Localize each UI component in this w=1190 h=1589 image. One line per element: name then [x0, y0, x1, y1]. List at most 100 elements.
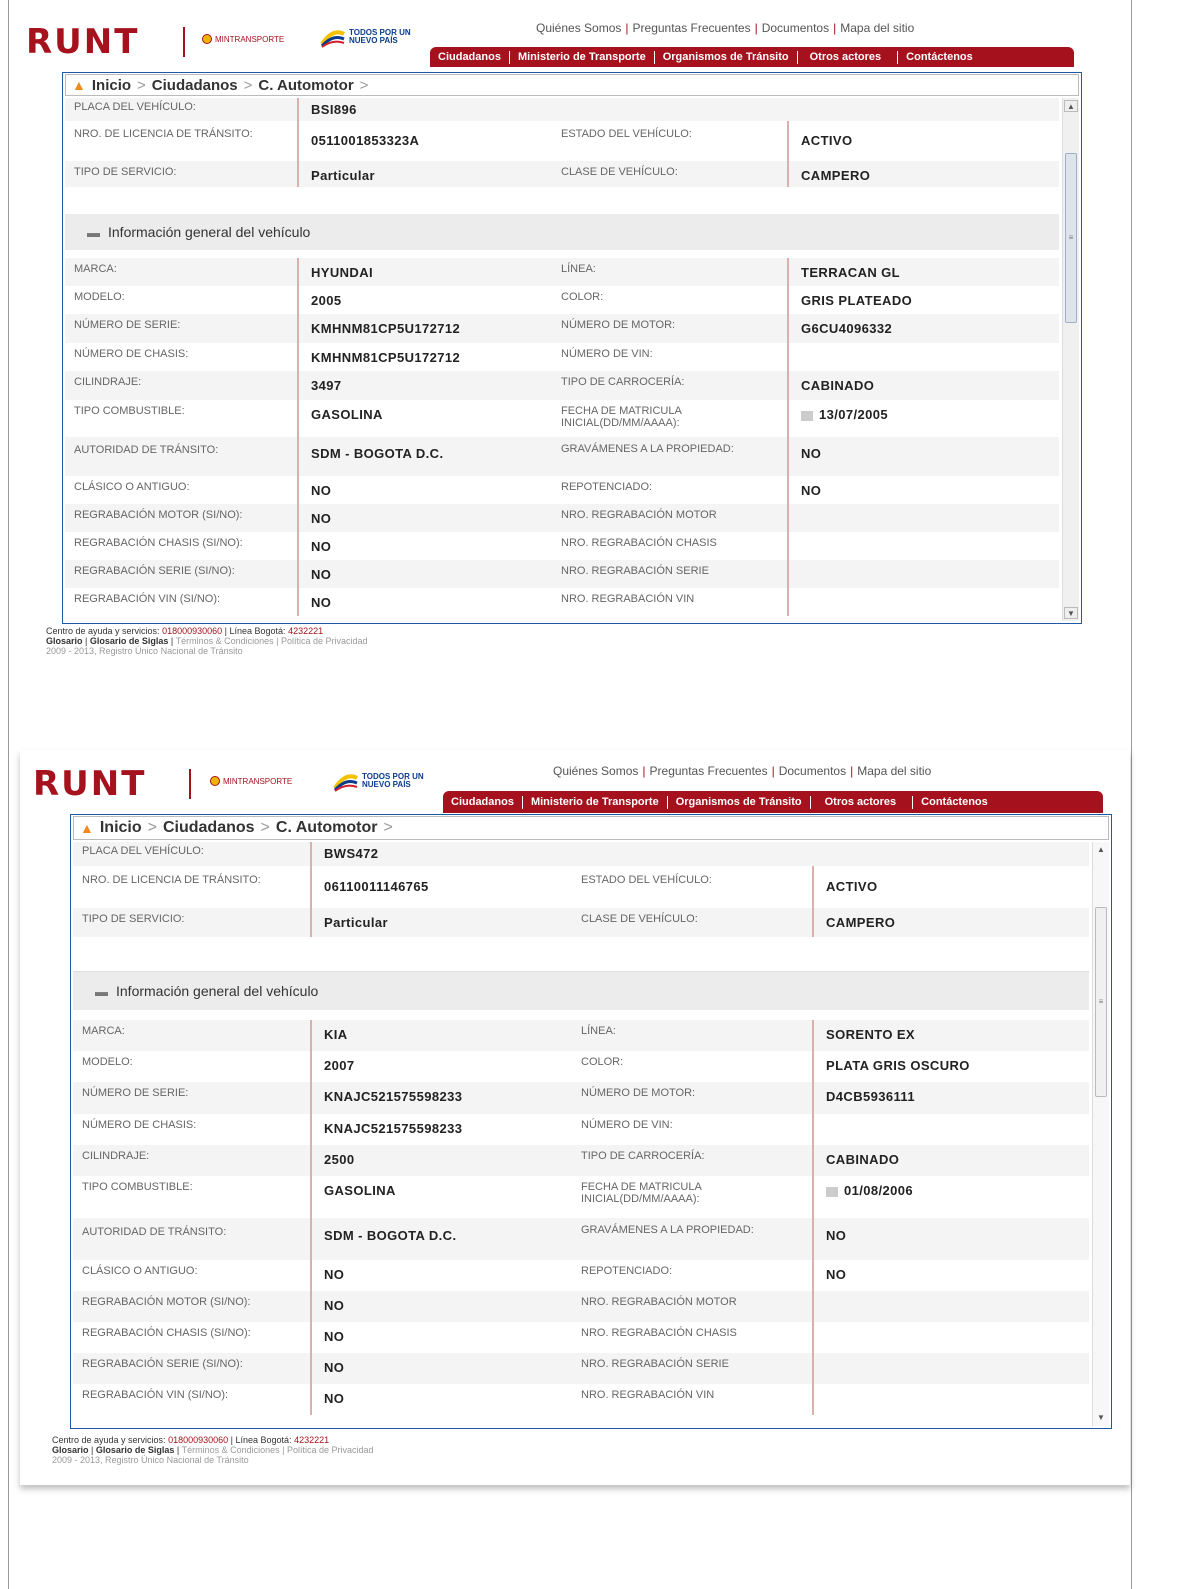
main-nav: Ciudadanos Ministerio de Transporte Orga… [430, 47, 1074, 67]
scroll-thumb[interactable]: ≡ [1095, 907, 1107, 1097]
row-reg-chasis: REGRABACIÓN CHASIS (SI/NO): NO NRO. REGR… [65, 532, 1059, 560]
nuevo-pais-logo[interactable]: TODOS POR UN NUEVO PAÍS [320, 26, 411, 48]
row-licencia: NRO. DE LICENCIA DE TRÁNSITO: 0511001853… [65, 121, 1059, 161]
value-serie: KMHNM81CP5U172712 [297, 314, 552, 343]
value-motor: D4CB5936111 [812, 1082, 1089, 1114]
nav-ciudadanos[interactable]: Ciudadanos [443, 796, 522, 809]
mintransporte-seal-icon [210, 776, 220, 786]
label-nro-reg-serie: NRO. REGRABACIÓN SERIE [561, 565, 709, 577]
scroll-down-icon[interactable]: ▼ [1094, 1412, 1108, 1424]
row-cilindraje: CILINDRAJE: 2500 TIPO DE CARROCERÍA: CAB… [73, 1145, 1089, 1176]
value-chasis: KNAJC521575598233 [310, 1114, 572, 1145]
value-clasico: NO [310, 1260, 572, 1291]
nav-contactenos[interactable]: Contáctenos [897, 50, 981, 64]
link-preguntas-frecuentes[interactable]: Preguntas Frecuentes [633, 21, 751, 35]
link-documentos[interactable]: Documentos [779, 764, 846, 778]
nav-contactenos[interactable]: Contáctenos [912, 795, 996, 809]
value-nro-reg-motor [787, 504, 1059, 532]
section-header: ▬ Información general del vehículo [73, 972, 1089, 1010]
nav-otros-actores[interactable]: Otros actores [796, 50, 898, 64]
label-reg-motor: REGRABACIÓN MOTOR (SI/NO): [82, 1296, 251, 1308]
scroll-up-icon[interactable]: ▲ [1094, 844, 1108, 856]
nav-organismos-de-transito[interactable]: Organismos de Tránsito [666, 795, 810, 809]
footer-terminos-link[interactable]: Términos & Condiciones [176, 636, 274, 646]
details-scroll-area[interactable]: PLACA DEL VEHÍCULO: BWS472 NRO. DE LICEN… [73, 842, 1089, 1426]
label-motor: NÚMERO DE MOTOR: [561, 319, 676, 331]
breadcrumb-ciudadanos[interactable]: Ciudadanos [152, 77, 238, 94]
value-nro-reg-serie [812, 1353, 1089, 1384]
label-reg-chasis: REGRABACIÓN CHASIS (SI/NO): [74, 537, 243, 549]
row-reg-motor: REGRABACIÓN MOTOR (SI/NO): NO NRO. REGRA… [65, 504, 1059, 532]
top-links: Quiénes Somos | Preguntas Frecuentes | Docum… [553, 764, 932, 778]
row-combustible: TIPO COMBUSTIBLE: GASOLINA FECHA DE MATR… [65, 400, 1059, 437]
car-icon: ▬ [95, 983, 108, 999]
runt-logo[interactable]: RUNT [26, 25, 139, 59]
breadcrumb-c-automotor[interactable]: C. Automotor [276, 819, 378, 837]
details-scroll-area[interactable]: PLACA DEL VEHÍCULO: BSI896 NRO. DE LICEN… [65, 98, 1059, 621]
footer-privacidad-link[interactable]: Política de Privacidad [287, 1445, 374, 1455]
label-nro-reg-motor: NRO. REGRABACIÓN MOTOR [581, 1296, 737, 1308]
footer-glosario-siglas-link[interactable]: Glosario de Siglas [96, 1445, 175, 1455]
value-servicio: Particular [310, 908, 572, 937]
nav-ciudadanos[interactable]: Ciudadanos [430, 51, 509, 64]
nav-otros-actores[interactable]: Otros actores [809, 795, 913, 809]
nuevo-pais-logo[interactable]: TODOS POR UN NUEVO PAÍS [333, 770, 424, 792]
link-documentos[interactable]: Documentos [762, 21, 829, 35]
label-cilindraje: CILINDRAJE: [74, 376, 142, 388]
nav-ministerio-de-transporte[interactable]: Ministerio de Transporte [508, 50, 654, 64]
value-placa: BSI896 [297, 98, 552, 121]
value-modelo: 2007 [310, 1051, 572, 1082]
footer-terminos-link[interactable]: Términos & Condiciones [182, 1445, 280, 1455]
value-gravamenes: NO [787, 437, 1059, 476]
value-cilindraje: 2500 [310, 1145, 572, 1176]
footer-privacidad-link[interactable]: Política de Privacidad [281, 636, 368, 646]
label-combustible: TIPO COMBUSTIBLE: [74, 405, 185, 417]
link-mapa-del-sitio[interactable]: Mapa del sitio [857, 764, 931, 778]
value-carroceria: CABINADO [787, 371, 1059, 400]
footer-bogota-label: Línea Bogotá: [235, 1435, 292, 1445]
footer-bogota-phone[interactable]: 4232221 [294, 1435, 329, 1445]
footer-help-phone[interactable]: 018000930060 [168, 1435, 228, 1445]
home-icon[interactable]: ▲ [72, 77, 86, 93]
value-servicio: Particular [297, 161, 552, 187]
label-clasico: CLÁSICO O ANTIGUO: [82, 1265, 198, 1277]
link-mapa-del-sitio[interactable]: Mapa del sitio [840, 21, 914, 35]
runt-logo[interactable]: RUNT [33, 767, 146, 801]
footer-help-phone[interactable]: 018000930060 [162, 626, 222, 636]
link-preguntas-frecuentes[interactable]: Preguntas Frecuentes [650, 764, 768, 778]
scroll-down-icon[interactable]: ▼ [1064, 607, 1078, 619]
label-vin: NÚMERO DE VIN: [561, 348, 653, 360]
breadcrumb-inicio[interactable]: Inicio [100, 819, 142, 837]
label-cilindraje: CILINDRAJE: [82, 1150, 150, 1162]
value-linea: SORENTO EX [812, 1020, 1089, 1051]
footer-glosario-link[interactable]: Glosario [52, 1445, 89, 1455]
label-chasis: NÚMERO DE CHASIS: [74, 348, 189, 360]
value-estado: ACTIVO [787, 121, 1059, 161]
scroll-up-icon[interactable]: ▲ [1064, 100, 1078, 112]
row-chasis: NÚMERO DE CHASIS: KMHNM81CP5U172712 NÚME… [65, 343, 1059, 371]
slogan-line-2: NUEVO PAÍS [349, 36, 398, 45]
breadcrumb-inicio[interactable]: Inicio [92, 77, 131, 94]
footer-glosario-link[interactable]: Glosario [46, 636, 83, 646]
label-autoridad: AUTORIDAD DE TRÁNSITO: [74, 444, 219, 456]
scroll-thumb[interactable]: ≡ [1065, 153, 1077, 323]
link-quienes-somos[interactable]: Quiénes Somos [536, 21, 621, 35]
vehicle-panel: ▲ Inicio > Ciudadanos > C. Automotor > PLAC… [62, 72, 1082, 624]
footer-bogota-phone[interactable]: 4232221 [288, 626, 323, 636]
row-reg-serie: REGRABACIÓN SERIE (SI/NO): NO NRO. REGRA… [65, 560, 1059, 588]
row-autoridad: AUTORIDAD DE TRÁNSITO: SDM - BOGOTA D.C.… [65, 437, 1059, 476]
nav-organismos-de-transito[interactable]: Organismos de Tránsito [653, 50, 797, 64]
breadcrumb-ciudadanos[interactable]: Ciudadanos [163, 819, 255, 837]
value-gravamenes: NO [812, 1218, 1089, 1260]
footer-glosario-siglas-link[interactable]: Glosario de Siglas [90, 636, 169, 646]
mintransporte-logo[interactable]: MINTRANSPORTE [202, 34, 284, 44]
value-marca: KIA [310, 1020, 572, 1051]
nav-ministerio-de-transporte[interactable]: Ministerio de Transporte [521, 795, 667, 809]
vertical-scrollbar[interactable]: ▲ ≡ ▼ [1092, 842, 1109, 1426]
home-icon[interactable]: ▲ [80, 820, 94, 836]
value-reg-motor: NO [310, 1291, 572, 1322]
vertical-scrollbar[interactable]: ▲ ≡ ▼ [1062, 98, 1079, 621]
breadcrumb-c-automotor[interactable]: C. Automotor [258, 77, 353, 94]
link-quienes-somos[interactable]: Quiénes Somos [553, 764, 638, 778]
mintransporte-logo[interactable]: MINTRANSPORTE [210, 776, 292, 786]
